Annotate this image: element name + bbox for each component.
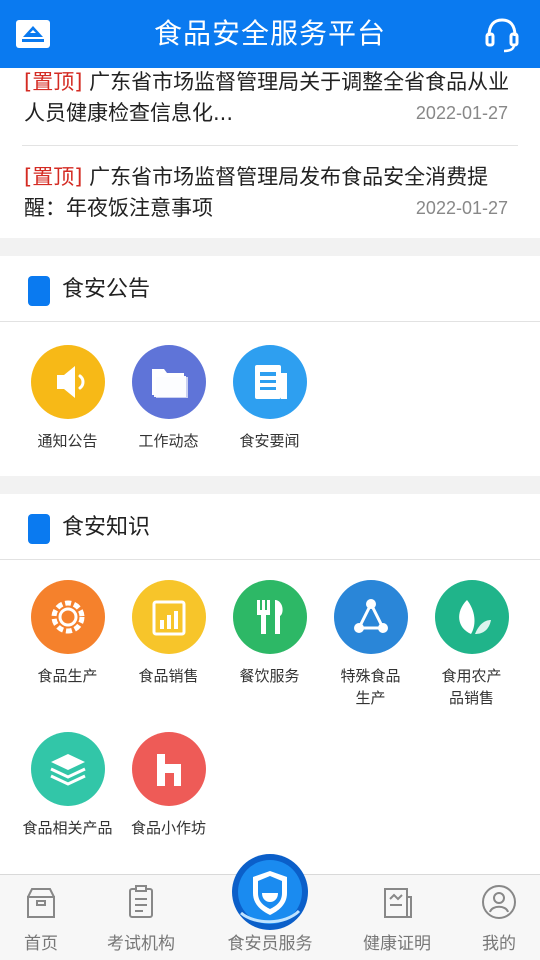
nav-exam-institutions[interactable]: 考试机构 xyxy=(100,875,182,960)
top-bar: 食品安全服务平台 xyxy=(0,0,540,68)
nav-label: 我的 xyxy=(482,934,516,954)
certificate-icon xyxy=(378,883,416,921)
leaf-icon xyxy=(434,580,509,654)
section-header-knowledge: 食安知识 xyxy=(0,494,540,560)
pinned-tag: [置顶] xyxy=(24,165,83,189)
tile-agri-products[interactable]: 食用农产品销售 xyxy=(421,580,522,709)
tile-label: 特殊食品生产 xyxy=(340,667,401,707)
folder-icon xyxy=(131,345,206,419)
tile-related-products[interactable]: 食品相关产品 xyxy=(17,732,118,839)
home-box-icon xyxy=(22,883,60,921)
molecule-icon xyxy=(333,580,408,654)
tile-food-news[interactable]: 食安要闻 xyxy=(219,345,320,452)
newspaper-icon xyxy=(232,345,307,419)
layers-icon xyxy=(30,732,105,806)
tile-label: 食品销售 xyxy=(138,667,199,685)
news-date: 2022-01-27 xyxy=(415,103,508,123)
tile-label: 餐饮服务 xyxy=(239,667,300,685)
headset-icon[interactable] xyxy=(484,16,520,54)
tile-catering[interactable]: 餐饮服务 xyxy=(219,580,320,687)
nav-health-certificate[interactable]: 健康证明 xyxy=(356,875,438,960)
pinned-tag: [置顶] xyxy=(24,70,83,94)
section-title: 食安公告 xyxy=(62,277,151,302)
section-header-announcements: 食安公告 xyxy=(0,256,540,322)
nav-label: 首页 xyxy=(24,934,58,954)
nav-home[interactable]: 首页 xyxy=(0,875,82,960)
tile-label: 食用农产品销售 xyxy=(441,667,502,707)
tile-label: 食品生产 xyxy=(37,667,98,685)
nav-label: 考试机构 xyxy=(107,934,175,954)
tile-food-production[interactable]: 食品生产 xyxy=(17,580,118,687)
gear-icon xyxy=(30,580,105,654)
user-icon xyxy=(480,883,518,921)
workshop-icon xyxy=(131,732,206,806)
tile-work-updates[interactable]: 工作动态 xyxy=(118,345,219,452)
tile-small-workshop[interactable]: 食品小作坊 xyxy=(118,732,219,839)
nav-mine[interactable]: 我的 xyxy=(458,875,540,960)
section-marker xyxy=(28,276,50,306)
app-title: 食品安全服务平台 xyxy=(153,17,386,50)
tile-food-sales[interactable]: 食品销售 xyxy=(118,580,219,687)
tile-label: 食品相关产品 xyxy=(22,819,113,837)
news-divider xyxy=(22,145,518,146)
section-gap xyxy=(0,238,540,256)
sales-chart-icon xyxy=(131,580,206,654)
section-gap xyxy=(0,476,540,494)
nav-label: 食安员服务 xyxy=(227,934,313,954)
section-marker xyxy=(28,514,50,544)
food-safety-emblem-icon[interactable] xyxy=(231,853,309,931)
section-title: 食安知识 xyxy=(62,515,151,540)
news-date: 2022-01-27 xyxy=(415,198,508,218)
megaphone-icon xyxy=(30,345,105,419)
nav-label: 健康证明 xyxy=(363,934,431,954)
clipboard-icon xyxy=(122,883,160,921)
fork-knife-icon xyxy=(232,580,307,654)
tile-label: 食安要闻 xyxy=(239,432,300,450)
tile-notice[interactable]: 通知公告 xyxy=(17,345,118,452)
tile-special-food[interactable]: 特殊食品生产 xyxy=(320,580,421,709)
tile-label: 通知公告 xyxy=(37,432,98,450)
tile-label: 食品小作坊 xyxy=(130,819,206,837)
tile-label: 工作动态 xyxy=(138,432,199,450)
